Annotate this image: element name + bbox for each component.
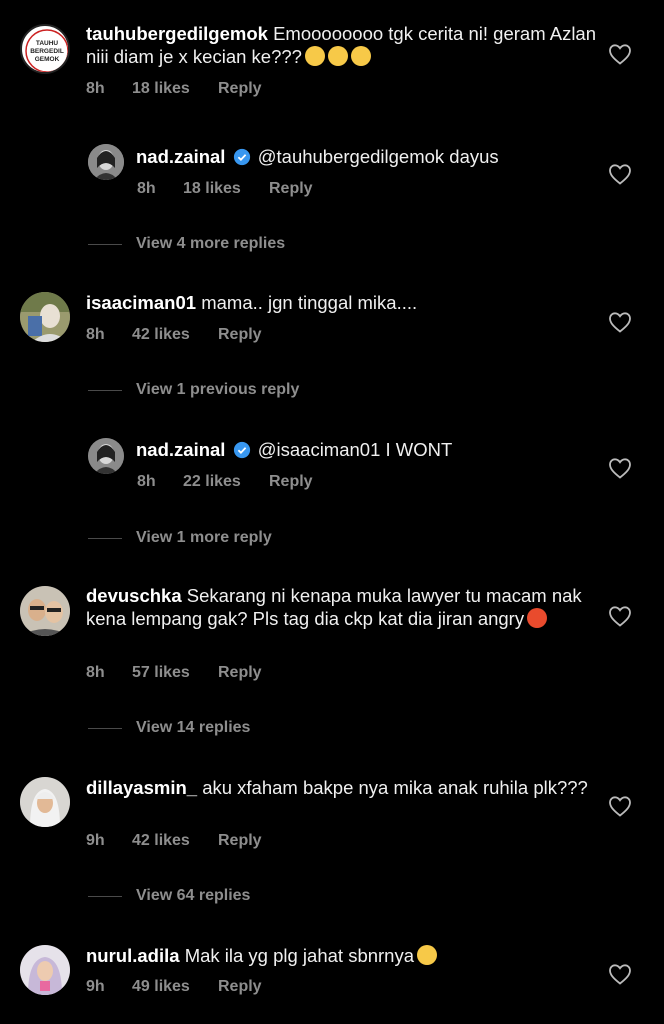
timestamp: 8h <box>86 664 105 681</box>
comment-text: nurul.adila Mak ila yg plg jahat sbnrnya <box>86 944 596 967</box>
svg-text:TAUHU: TAUHU <box>36 40 59 47</box>
likes-count[interactable]: 57 likes <box>132 664 218 682</box>
comment-meta: 8h 57 likes Reply <box>86 664 262 682</box>
username[interactable]: nad.zainal <box>136 439 225 460</box>
heart-outline-icon[interactable] <box>608 457 632 479</box>
likes-count[interactable]: 18 likes <box>183 180 269 198</box>
reply-button[interactable]: Reply <box>218 832 262 850</box>
reply-button[interactable]: Reply <box>269 180 313 198</box>
verified-badge-icon <box>233 148 250 166</box>
comment-text: devuschka Sekarang ni kenapa muka lawyer… <box>86 584 596 630</box>
timestamp: 8h <box>86 326 105 343</box>
username[interactable]: isaaciman01 <box>86 292 196 313</box>
divider-line <box>88 727 122 729</box>
view-replies-link[interactable]: View 14 replies <box>88 719 250 737</box>
username[interactable]: dillayasmin_ <box>86 777 197 798</box>
avatar[interactable] <box>20 777 70 827</box>
timestamp: 8h <box>137 180 156 197</box>
timestamp: 8h <box>86 80 105 97</box>
view-more-replies-link[interactable]: View 1 more reply <box>88 529 272 547</box>
comment-text: dillayasmin_ aku xfaham bakpe nya mika a… <box>86 776 596 799</box>
comment-meta: 9h 42 likes Reply <box>86 832 262 850</box>
view-more-label[interactable]: View 64 replies <box>136 887 250 905</box>
username[interactable]: tauhubergedilgemok <box>86 23 268 44</box>
view-more-label[interactable]: View 1 more reply <box>136 529 272 547</box>
heart-outline-icon[interactable] <box>608 963 632 985</box>
heart-outline-icon[interactable] <box>608 163 632 185</box>
likes-count[interactable]: 42 likes <box>132 832 218 850</box>
timestamp: 8h <box>137 473 156 490</box>
comment-meta: 8h 18 likes Reply <box>137 180 313 198</box>
comment-meta: 8h 22 likes Reply <box>137 473 313 491</box>
username[interactable]: nurul.adila <box>86 945 180 966</box>
eye-roll-emoji-icon <box>350 46 371 66</box>
heart-outline-icon[interactable] <box>608 311 632 333</box>
comment-body: mama.. jgn tinggal mika.... <box>201 292 418 313</box>
timestamp: 9h <box>86 832 105 849</box>
divider-line <box>88 895 122 897</box>
comment-text: nad.zainal @tauhubergedilgemok dayus <box>136 145 596 168</box>
comment-text: tauhubergedilgemok Emoooooooo tgk cerita… <box>86 22 596 68</box>
view-replies-link[interactable]: View 64 replies <box>88 887 250 905</box>
comment-body: aku xfaham bakpe nya mika anak ruhila pl… <box>202 777 588 798</box>
comment-body: Mak ila yg plg jahat sbnrnya <box>184 945 415 966</box>
comment-body: @tauhubergedilgemok dayus <box>257 146 499 167</box>
view-more-label[interactable]: View 14 replies <box>136 719 250 737</box>
reply-button[interactable]: Reply <box>218 80 262 98</box>
comment-meta: 8h 42 likes Reply <box>86 326 262 344</box>
svg-text:GEMOK: GEMOK <box>35 56 60 63</box>
eye-roll-emoji-icon <box>327 46 348 66</box>
view-previous-reply-link[interactable]: View 1 previous reply <box>88 381 299 399</box>
reply-button[interactable]: Reply <box>218 978 262 996</box>
avatar[interactable] <box>88 144 124 180</box>
avatar[interactable] <box>20 586 70 636</box>
likes-count[interactable]: 22 likes <box>183 473 269 491</box>
comment-text: nad.zainal @isaaciman01 I WONT <box>136 438 596 461</box>
comment-text: isaaciman01 mama.. jgn tinggal mika.... <box>86 291 596 314</box>
likes-count[interactable]: 18 likes <box>132 80 218 98</box>
comment-meta: 9h 49 likes Reply <box>86 978 262 996</box>
likes-count[interactable]: 42 likes <box>132 326 218 344</box>
view-more-label[interactable]: View 1 previous reply <box>136 381 299 399</box>
comment-body: @isaaciman01 I WONT <box>257 439 453 460</box>
heart-outline-icon[interactable] <box>608 43 632 65</box>
username[interactable]: devuschka <box>86 585 182 606</box>
verified-badge-icon <box>233 441 250 459</box>
angry-emoji-icon <box>527 608 548 628</box>
divider-line <box>88 389 122 391</box>
svg-text:BERGEDIL: BERGEDIL <box>30 48 64 55</box>
avatar[interactable] <box>20 292 70 342</box>
view-more-label[interactable]: View 4 more replies <box>136 235 285 253</box>
reply-button[interactable]: Reply <box>218 326 262 344</box>
divider-line <box>88 537 122 539</box>
reply-button[interactable]: Reply <box>218 664 262 682</box>
heart-outline-icon[interactable] <box>608 605 632 627</box>
crying-emoji-icon <box>417 945 438 965</box>
username[interactable]: nad.zainal <box>136 146 225 167</box>
avatar[interactable]: TAUHU BERGEDIL GEMOK <box>20 24 70 74</box>
avatar[interactable] <box>20 945 70 995</box>
view-more-replies-link[interactable]: View 4 more replies <box>88 235 285 253</box>
avatar[interactable] <box>88 438 124 474</box>
eye-roll-emoji-icon <box>304 46 325 66</box>
comment-meta: 8h 18 likes Reply <box>86 80 262 98</box>
heart-outline-icon[interactable] <box>608 795 632 817</box>
timestamp: 9h <box>86 978 105 995</box>
divider-line <box>88 243 122 245</box>
reply-button[interactable]: Reply <box>269 473 313 491</box>
likes-count[interactable]: 49 likes <box>132 978 218 996</box>
